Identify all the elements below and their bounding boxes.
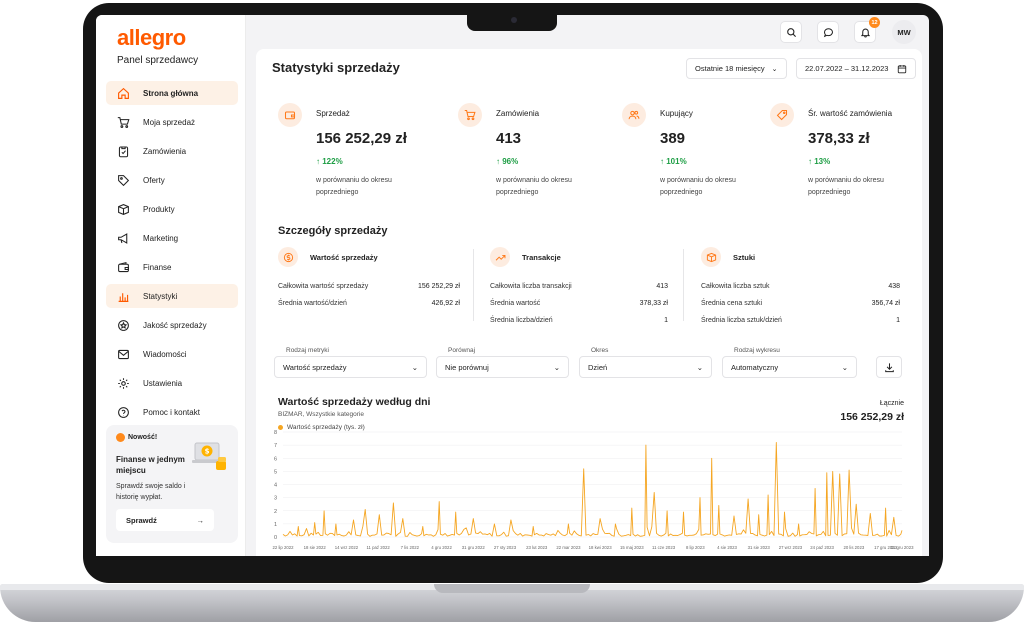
y-tick-label: 2 bbox=[274, 509, 277, 515]
arrow-right-icon: → bbox=[196, 515, 205, 525]
x-tick-label: 4 sie 2023 bbox=[717, 545, 737, 550]
promo-badge: Nowość! bbox=[116, 433, 157, 442]
sidebar-item-label: Jakość sprzedaży bbox=[143, 320, 207, 330]
panel-name: Panel sprzedawcy bbox=[117, 55, 199, 66]
x-tick-label: 8 lip 2023 bbox=[686, 545, 705, 550]
y-tick-label: 4 bbox=[274, 483, 277, 489]
sidebar-item-help[interactable]: Pomoc i kontakt bbox=[106, 400, 238, 424]
y-tick-label: 5 bbox=[274, 469, 277, 475]
x-tick-label: 7 lis 2022 bbox=[401, 545, 420, 550]
x-tick-label: 4 gru 2022 bbox=[431, 545, 452, 550]
x-tick-label: 31 sie 2023 bbox=[748, 545, 771, 550]
megaphone-icon bbox=[116, 231, 130, 245]
star-badge-icon bbox=[116, 318, 130, 332]
sidebar-item-orders[interactable]: Zamówienia bbox=[106, 139, 238, 163]
sidebar-item-label: Wiadomości bbox=[143, 349, 187, 359]
bar-chart-icon bbox=[116, 289, 130, 303]
x-tick-label: 22 lip 2022 bbox=[272, 545, 294, 550]
sidebar-item-finance[interactable]: Finanse bbox=[106, 255, 238, 279]
x-tick-label: 31 gru 2022 bbox=[462, 545, 486, 550]
camera-icon bbox=[511, 17, 517, 23]
sidebar-item-label: Produkty bbox=[143, 204, 175, 214]
promo-check-button[interactable]: Sprawdź → bbox=[116, 509, 214, 531]
search-button[interactable] bbox=[780, 21, 802, 43]
x-tick-label: 14 wrz 2022 bbox=[335, 545, 359, 550]
sidebar-item-messages[interactable]: Wiadomości bbox=[106, 342, 238, 366]
notification-count-badge: 12 bbox=[869, 17, 880, 28]
sidebar-item-label: Finanse bbox=[143, 262, 172, 272]
y-tick-label: 0 bbox=[274, 535, 277, 541]
y-tick-label: 7 bbox=[274, 443, 277, 449]
y-tick-label: 6 bbox=[274, 456, 277, 462]
x-tick-label: 20 lis 2023 bbox=[843, 545, 864, 550]
promo-button-label: Sprawdź bbox=[126, 515, 157, 525]
sidebar-item-offers[interactable]: Oferty bbox=[106, 168, 238, 192]
promo-title: Finanse w jednym miejscu bbox=[116, 455, 185, 475]
camera-notch bbox=[467, 11, 557, 31]
x-tick-label: 24 paź 2023 bbox=[810, 545, 834, 550]
chat-icon bbox=[823, 27, 833, 37]
avatar[interactable]: MW bbox=[892, 20, 916, 44]
x-tick-label: 31 gru 2023 bbox=[891, 545, 915, 550]
sidebar-item-products[interactable]: Produkty bbox=[106, 197, 238, 221]
laptop-coins-illustration-icon: $ bbox=[192, 442, 226, 470]
sales-series-line bbox=[282, 442, 903, 537]
sidebar: allegro Panel sprzedawcy Strona główna M… bbox=[96, 15, 246, 556]
sidebar-nav: Strona główna Moja sprzedaż Zamówienia O… bbox=[106, 81, 238, 429]
main-content: Statystyki sprzedaży Ostatnie 18 miesięc… bbox=[256, 49, 922, 556]
home-icon bbox=[116, 86, 130, 100]
x-tick-label: 18 sie 2022 bbox=[304, 545, 327, 550]
x-tick-label: 27 wrz 2023 bbox=[779, 545, 803, 550]
wallet-icon bbox=[116, 260, 130, 274]
x-tick-label: 15 maj 2023 bbox=[620, 545, 644, 550]
y-tick-label: 1 bbox=[274, 522, 277, 528]
mail-icon bbox=[116, 347, 130, 361]
flame-icon bbox=[116, 433, 125, 442]
x-tick-label: 22 mar 2023 bbox=[556, 545, 581, 550]
clipboard-icon bbox=[116, 144, 130, 158]
x-tick-label: 11 cze 2023 bbox=[652, 545, 676, 550]
box-icon bbox=[116, 202, 130, 216]
promo-card: Nowość! Finanse w jednym miejscu Sprawdź… bbox=[106, 425, 238, 543]
sidebar-item-label: Pomoc i kontakt bbox=[143, 407, 200, 417]
x-tick-label: 23 lut 2023 bbox=[526, 545, 548, 550]
sidebar-item-label: Marketing bbox=[143, 233, 179, 243]
sidebar-item-label: Statystyki bbox=[143, 291, 178, 301]
sidebar-item-label: Oferty bbox=[143, 175, 165, 185]
gear-icon bbox=[116, 376, 130, 390]
y-tick-label: 8 bbox=[274, 430, 277, 436]
sales-line-chart: 0 1 2 3 4 5 6 7 8 22 lip 2022 18 sie 2022 14 wrz 20… bbox=[272, 430, 915, 550]
help-icon bbox=[116, 405, 130, 419]
sidebar-item-label: Strona główna bbox=[143, 88, 199, 98]
chat-button[interactable] bbox=[817, 21, 839, 43]
sidebar-item-label: Ustawienia bbox=[143, 378, 183, 388]
cart-icon bbox=[116, 115, 130, 129]
x-tick-label: 27 sty 2023 bbox=[494, 545, 517, 550]
sidebar-item-sales[interactable]: Moja sprzedaż bbox=[106, 110, 238, 134]
screen: allegro Panel sprzedawcy Strona główna M… bbox=[96, 15, 929, 556]
sidebar-item-label: Zamówienia bbox=[143, 146, 187, 156]
sidebar-item-marketing[interactable]: Marketing bbox=[106, 226, 238, 250]
sidebar-item-statistics[interactable]: Statystyki bbox=[106, 284, 238, 308]
x-tick-label: 18 kwi 2023 bbox=[589, 545, 613, 550]
y-tick-label: 3 bbox=[274, 496, 277, 502]
bell-icon bbox=[860, 28, 870, 37]
x-tick-label: 11 paź 2022 bbox=[366, 545, 390, 550]
laptop-opening-groove bbox=[434, 584, 590, 593]
tag-icon bbox=[116, 173, 130, 187]
promo-text: Sprawdź swoje saldo i historię wypłat. bbox=[116, 483, 186, 501]
allegro-logo[interactable]: allegro bbox=[117, 25, 186, 51]
sidebar-item-settings[interactable]: Ustawienia bbox=[106, 371, 238, 395]
sidebar-item-label: Moja sprzedaż bbox=[143, 117, 196, 127]
notifications-button[interactable]: 12 bbox=[854, 17, 880, 43]
svg-text:$: $ bbox=[205, 448, 210, 456]
search-icon bbox=[786, 27, 796, 37]
sidebar-item-home[interactable]: Strona główna bbox=[106, 81, 238, 105]
promo-badge-label: Nowość! bbox=[128, 434, 158, 441]
sidebar-item-quality[interactable]: Jakość sprzedaży bbox=[106, 313, 238, 337]
